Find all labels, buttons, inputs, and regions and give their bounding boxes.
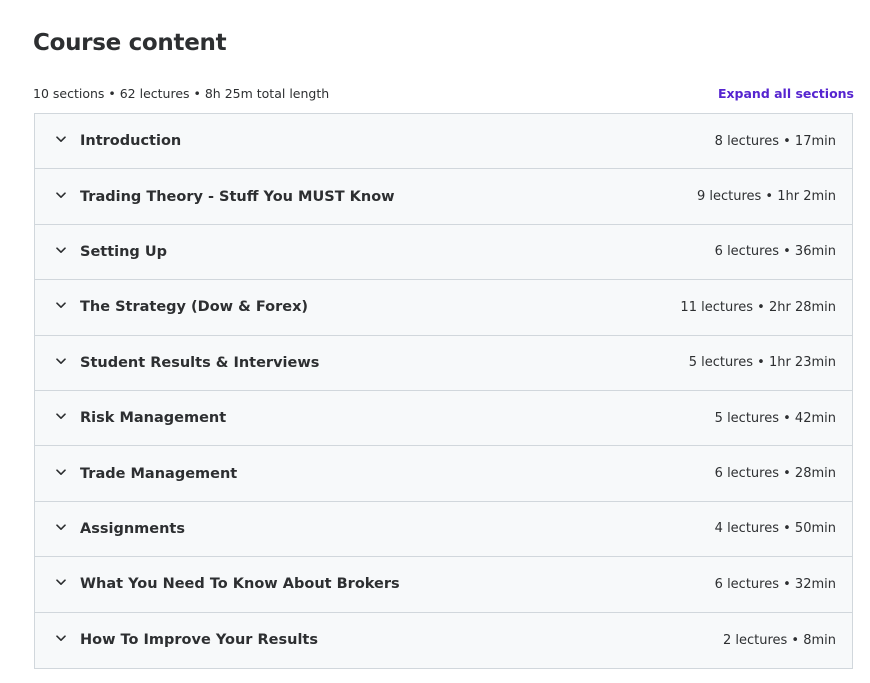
section-meta: 11 lectures • 2hr 28min — [680, 299, 836, 315]
section-row[interactable]: Trade Management 6 lectures • 28min — [35, 446, 852, 502]
chevron-down-icon — [55, 633, 67, 645]
section-title: Introduction — [80, 133, 182, 150]
chevron-down-icon — [55, 466, 67, 478]
section-row[interactable]: Setting Up 6 lectures • 36min — [35, 224, 852, 281]
course-summary: 10 sections • 62 lectures • 8h 25m total… — [33, 85, 330, 101]
section-meta: 2 lectures • 8min — [722, 632, 836, 648]
section-meta: 4 lectures • 50min — [714, 521, 836, 537]
section-title: Setting Up — [80, 243, 168, 260]
chevron-down-icon — [55, 577, 67, 589]
section-meta: 5 lectures • 42min — [714, 410, 836, 426]
section-row[interactable]: Assignments 4 lectures • 50min — [35, 501, 852, 558]
section-title: Risk Management — [80, 410, 227, 427]
section-row[interactable]: How To Improve Your Results 2 lectures •… — [35, 612, 852, 668]
section-row[interactable]: Trading Theory - Stuff You MUST Know 9 l… — [35, 169, 852, 225]
chevron-down-icon — [55, 134, 67, 146]
section-meta: 6 lectures • 32min — [714, 576, 836, 592]
chevron-down-icon — [55, 521, 67, 533]
section-row[interactable]: Risk Management 5 lectures • 42min — [35, 390, 852, 447]
chevron-down-icon — [55, 355, 67, 367]
section-meta: 6 lectures • 28min — [714, 466, 836, 482]
sections-accordion: Introduction 8 lectures • 17min Trading … — [34, 113, 853, 669]
section-title: The Strategy (Dow & Forex) — [80, 299, 309, 316]
chevron-down-icon — [55, 300, 67, 312]
section-title: What You Need To Know About Brokers — [80, 576, 400, 593]
section-row[interactable]: The Strategy (Dow & Forex) 11 lectures •… — [35, 280, 852, 336]
section-meta: 5 lectures • 1hr 23min — [688, 355, 836, 371]
expand-all-sections-button[interactable]: Expand all sections — [718, 86, 854, 101]
section-title: Student Results & Interviews — [80, 354, 320, 371]
section-meta: 8 lectures • 17min — [714, 133, 836, 149]
chevron-down-icon — [55, 244, 67, 256]
page-title: Course content — [33, 30, 227, 56]
section-title: Trading Theory - Stuff You MUST Know — [80, 188, 395, 205]
chevron-down-icon — [55, 411, 67, 423]
section-row[interactable]: Student Results & Interviews 5 lectures … — [35, 335, 852, 391]
section-title: How To Improve Your Results — [80, 632, 318, 649]
section-meta: 9 lectures • 1hr 2min — [696, 189, 836, 205]
chevron-down-icon — [55, 189, 67, 201]
section-meta: 6 lectures • 36min — [714, 244, 836, 260]
section-title: Trade Management — [80, 465, 238, 482]
section-title: Assignments — [80, 520, 185, 537]
section-row[interactable]: Introduction 8 lectures • 17min — [35, 114, 852, 170]
section-row[interactable]: What You Need To Know About Brokers 6 le… — [35, 557, 852, 613]
course-summary-bar: 10 sections • 62 lectures • 8h 25m total… — [33, 83, 854, 103]
